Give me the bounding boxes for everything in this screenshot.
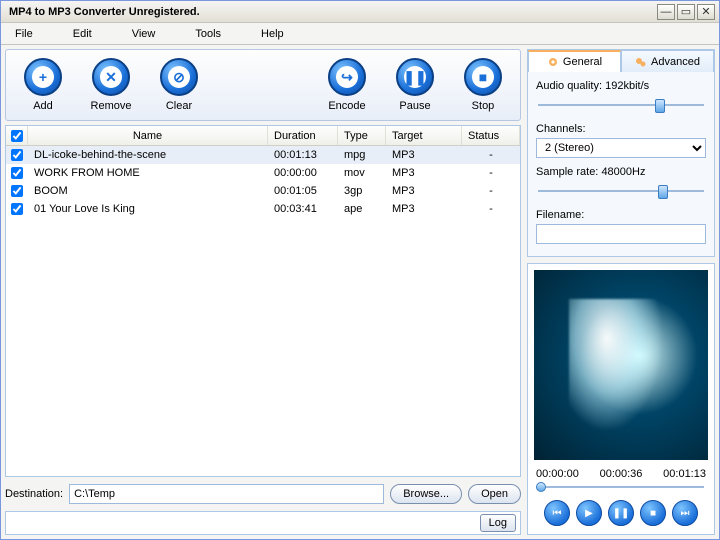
clear-icon: ⊘ — [168, 66, 190, 88]
window-title: MP4 to MP3 Converter Unregistered. — [5, 6, 655, 18]
quality-slider[interactable] — [536, 95, 706, 115]
remove-button[interactable]: ✕Remove — [84, 58, 138, 112]
channels-label: Channels: — [536, 123, 706, 135]
close-button[interactable]: ✕ — [697, 4, 715, 20]
cell-status: - — [462, 182, 520, 200]
col-status[interactable]: Status — [462, 126, 520, 145]
minimize-button[interactable]: — — [657, 4, 675, 20]
col-type[interactable]: Type — [338, 126, 386, 145]
cell-name: DL-icoke-behind-the-scene — [28, 146, 268, 164]
table-row[interactable]: 01 Your Love Is King00:03:41apeMP3- — [6, 200, 520, 218]
player-pause-button[interactable]: ❚❚ — [608, 500, 634, 526]
table-row[interactable]: DL-icoke-behind-the-scene00:01:13mpgMP3- — [6, 146, 520, 164]
cell-status: - — [462, 146, 520, 164]
destination-row: Destination: Browse... Open — [5, 481, 521, 507]
channels-select[interactable]: 2 (Stereo) — [536, 138, 706, 158]
plus-icon: + — [32, 66, 54, 88]
col-duration[interactable]: Duration — [268, 126, 338, 145]
gears-icon — [635, 56, 647, 68]
list-header: Name Duration Type Target Status — [6, 126, 520, 146]
menu-view[interactable]: View — [132, 28, 156, 40]
menu-tools[interactable]: Tools — [195, 28, 221, 40]
time-row: 00:00:00 00:00:36 00:01:13 — [528, 466, 714, 482]
titlebar: MP4 to MP3 Converter Unregistered. — ▭ ✕ — [1, 1, 719, 23]
menu-help[interactable]: Help — [261, 28, 284, 40]
sample-slider[interactable] — [536, 181, 706, 201]
log-bar: Log — [5, 511, 521, 535]
encode-button[interactable]: ↪Encode — [320, 58, 374, 112]
toolbar: +Add ✕Remove ⊘Clear ↪Encode ❚❚Pause ■Sto… — [5, 49, 521, 121]
row-checkbox[interactable] — [11, 203, 23, 215]
encode-icon: ↪ — [336, 66, 358, 88]
row-checkbox[interactable] — [11, 149, 23, 161]
sample-label: Sample rate: 48000Hz — [536, 166, 706, 178]
cell-duration: 00:01:13 — [268, 146, 338, 164]
cell-type: mov — [338, 164, 386, 182]
time-start: 00:00:00 — [536, 468, 579, 480]
cell-duration: 00:01:05 — [268, 182, 338, 200]
preview-image — [534, 270, 708, 460]
menu-edit[interactable]: Edit — [73, 28, 92, 40]
tab-general[interactable]: General — [528, 50, 621, 72]
clear-button[interactable]: ⊘Clear — [152, 58, 206, 112]
table-row[interactable]: BOOM00:01:053gpMP3- — [6, 182, 520, 200]
filename-input[interactable] — [536, 224, 706, 244]
col-target[interactable]: Target — [386, 126, 462, 145]
prev-button[interactable]: ⏮ — [544, 500, 570, 526]
cell-duration: 00:00:00 — [268, 164, 338, 182]
cell-target: MP3 — [386, 146, 462, 164]
stop-icon: ■ — [472, 66, 494, 88]
cell-name: WORK FROM HOME — [28, 164, 268, 182]
cell-target: MP3 — [386, 182, 462, 200]
cell-target: MP3 — [386, 164, 462, 182]
cell-type: mpg — [338, 146, 386, 164]
col-name[interactable]: Name — [28, 126, 268, 145]
file-list: Name Duration Type Target Status DL-icok… — [5, 125, 521, 477]
row-checkbox[interactable] — [11, 167, 23, 179]
destination-input[interactable] — [69, 484, 384, 504]
cell-type: ape — [338, 200, 386, 218]
pause-icon: ❚❚ — [404, 66, 426, 88]
x-icon: ✕ — [100, 66, 122, 88]
gear-icon — [547, 56, 559, 68]
browse-button[interactable]: Browse... — [390, 484, 462, 504]
cell-name: 01 Your Love Is King — [28, 200, 268, 218]
cell-target: MP3 — [386, 200, 462, 218]
menu-file[interactable]: File — [15, 28, 33, 40]
open-button[interactable]: Open — [468, 484, 521, 504]
pause-button[interactable]: ❚❚Pause — [388, 58, 442, 112]
cell-status: - — [462, 200, 520, 218]
cell-type: 3gp — [338, 182, 386, 200]
quality-label: Audio quality: 192kbit/s — [536, 80, 706, 92]
time-mid: 00:00:36 — [600, 468, 643, 480]
settings-panel: General Advanced Audio quality: 192kbit/… — [527, 49, 715, 257]
destination-label: Destination: — [5, 488, 63, 500]
next-button[interactable]: ⏭ — [672, 500, 698, 526]
filename-label: Filename: — [536, 209, 706, 221]
playback-slider[interactable] — [536, 482, 706, 492]
row-checkbox[interactable] — [11, 185, 23, 197]
log-button[interactable]: Log — [480, 514, 516, 532]
menubar: File Edit View Tools Help — [1, 23, 719, 45]
play-button[interactable]: ▶ — [576, 500, 602, 526]
add-button[interactable]: +Add — [16, 58, 70, 112]
time-end: 00:01:13 — [663, 468, 706, 480]
table-row[interactable]: WORK FROM HOME00:00:00movMP3- — [6, 164, 520, 182]
cell-status: - — [462, 164, 520, 182]
stop-button[interactable]: ■Stop — [456, 58, 510, 112]
tab-advanced[interactable]: Advanced — [621, 50, 714, 72]
maximize-button[interactable]: ▭ — [677, 4, 695, 20]
cell-name: BOOM — [28, 182, 268, 200]
cell-duration: 00:03:41 — [268, 200, 338, 218]
player-stop-button[interactable]: ■ — [640, 500, 666, 526]
preview-panel: 00:00:00 00:00:36 00:01:13 ⏮ ▶ ❚❚ ■ ⏭ — [527, 263, 715, 535]
select-all-checkbox[interactable] — [11, 130, 23, 142]
